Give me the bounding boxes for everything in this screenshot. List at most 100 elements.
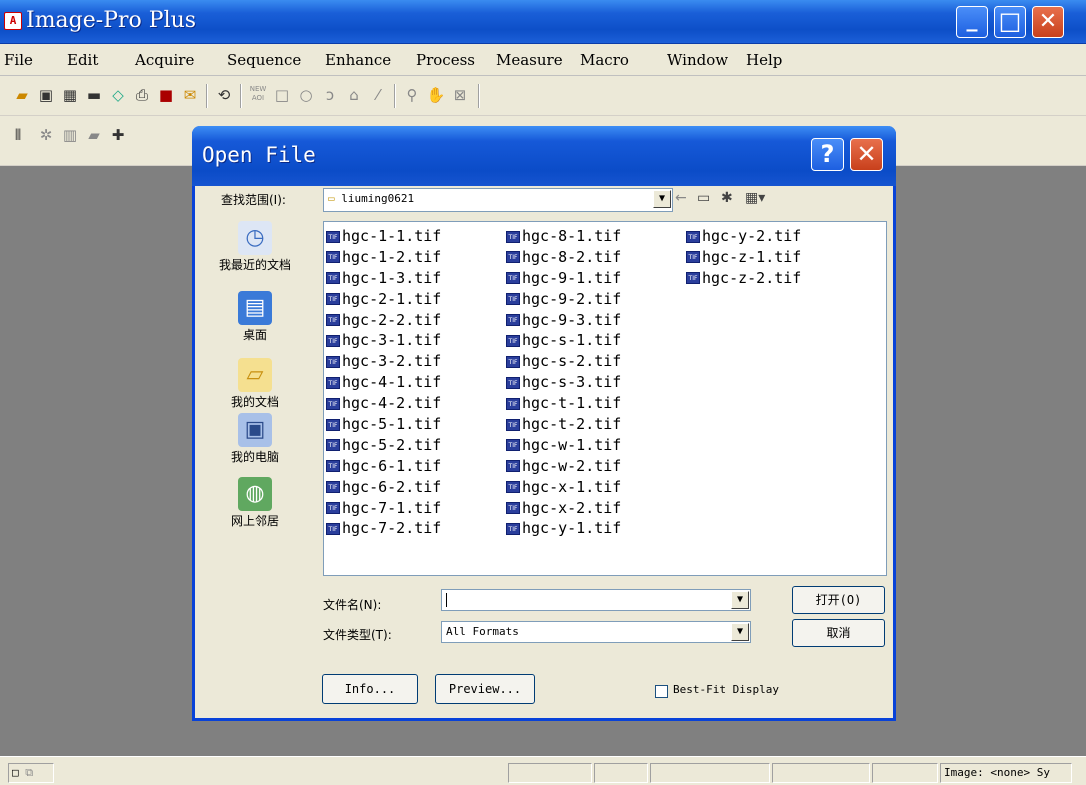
file-item[interactable]: TIF hgc-x-1.tif [506, 477, 621, 498]
app-logo-icon[interactable]: A [4, 12, 22, 30]
tif-file-icon: TIF [326, 334, 340, 347]
file-item[interactable]: TIF hgc-t-1.tif [506, 393, 621, 414]
menu-enhance[interactable]: Enhance [325, 51, 391, 69]
file-item[interactable]: TIF hgc-2-1.tif [326, 289, 441, 310]
look-in-dropdown-icon[interactable]: ▼ [653, 190, 671, 208]
tif-file-icon: TIF [506, 502, 520, 515]
open-button[interactable]: 打开(O) [792, 586, 885, 614]
plus-box-icon[interactable]: ✚ [108, 125, 128, 145]
file-item[interactable]: TIF hgc-y-2.tif [686, 226, 801, 247]
grid-icon[interactable]: ▦ [60, 85, 80, 105]
file-item[interactable]: TIF hgc-1-2.tif [326, 247, 441, 268]
file-item[interactable]: TIF hgc-s-2.tif [506, 351, 621, 372]
new-aoi-icon[interactable]: NEW AOI [248, 85, 268, 105]
file-item[interactable]: TIF hgc-w-1.tif [506, 435, 621, 456]
irregular-icon[interactable]: ↄ [320, 85, 340, 105]
close-button[interactable]: ✕ [1032, 6, 1064, 38]
best-fit-checkbox[interactable] [655, 685, 668, 698]
file-item[interactable]: TIF hgc-z-1.tif [686, 247, 801, 268]
file-item[interactable]: TIF hgc-z-2.tif [686, 268, 801, 289]
filetype-dropdown-icon[interactable]: ▼ [731, 623, 749, 641]
camera-icon[interactable]: ▬ [84, 85, 104, 105]
info-button[interactable]: Info... [322, 674, 418, 704]
menu-acquire[interactable]: Acquire [135, 51, 194, 69]
dialog-close-button[interactable]: ✕ [850, 138, 883, 171]
menu-edit[interactable]: Edit [67, 51, 98, 69]
file-item[interactable]: TIF hgc-4-1.tif [326, 372, 441, 393]
view-menu-icon[interactable]: ▦▾ [745, 190, 765, 206]
file-item[interactable]: TIF hgc-9-2.tif [506, 289, 621, 310]
save-icon[interactable]: ▣ [36, 85, 56, 105]
file-item[interactable]: TIF hgc-s-1.tif [506, 330, 621, 351]
menu-help[interactable]: Help [746, 51, 782, 69]
scanner-icon[interactable]: ◇ [108, 85, 128, 105]
menu-file[interactable]: File [4, 51, 33, 69]
table-icon[interactable]: ▥ [60, 125, 80, 145]
filter-icon[interactable]: ✲ [36, 125, 56, 145]
place-my-computer[interactable]: ▣ 我的电脑 [215, 413, 295, 465]
status-icons[interactable]: □ ⧉ [8, 763, 54, 783]
up-folder-icon[interactable]: ▭ [697, 190, 710, 206]
file-item[interactable]: TIF hgc-w-2.tif [506, 456, 621, 477]
histogram-icon[interactable]: ⫴ [8, 125, 28, 145]
look-in-combo[interactable]: ▭ liuming0621 ▼ [323, 188, 673, 212]
file-item[interactable]: TIF hgc-6-1.tif [326, 456, 441, 477]
place-network[interactable]: ◍ 网上邻居 [215, 477, 295, 529]
toolbar-separator [240, 84, 242, 108]
tif-file-icon: TIF [506, 397, 520, 410]
bands-icon[interactable]: ▰ [84, 125, 104, 145]
ellipse-icon[interactable]: ○ [296, 85, 316, 105]
file-item[interactable]: TIF hgc-4-2.tif [326, 393, 441, 414]
file-item[interactable]: TIF hgc-x-2.tif [506, 498, 621, 519]
file-item[interactable]: TIF hgc-s-3.tif [506, 372, 621, 393]
menu-sequence[interactable]: Sequence [227, 51, 301, 69]
file-item[interactable]: TIF hgc-5-2.tif [326, 435, 441, 456]
window-cascade-icon: ⧉ [25, 766, 34, 779]
file-list[interactable]: TIF hgc-1-1.tif TIF hgc-1-2.tif TIF hgc-1-3.t… [323, 221, 887, 576]
mail-icon[interactable]: ✉ [180, 85, 200, 105]
menu-process[interactable]: Process [416, 51, 475, 69]
file-item[interactable]: TIF hgc-7-1.tif [326, 498, 441, 519]
magic-wand-icon[interactable]: ⌂ [344, 85, 364, 105]
file-item[interactable]: TIF hgc-6-2.tif [326, 477, 441, 498]
file-item[interactable]: TIF hgc-5-1.tif [326, 414, 441, 435]
menu-window[interactable]: Window [667, 51, 728, 69]
book-icon[interactable]: ■ [156, 85, 176, 105]
file-item[interactable]: TIF hgc-1-1.tif [326, 226, 441, 247]
place-desktop[interactable]: ▤ 桌面 [215, 291, 295, 343]
file-item[interactable]: TIF hgc-2-2.tif [326, 310, 441, 331]
tif-file-icon: TIF [506, 334, 520, 347]
maximize-button[interactable]: □ [994, 6, 1026, 38]
file-item[interactable]: TIF hgc-9-1.tif [506, 268, 621, 289]
zoom-icon[interactable]: ⚲ [402, 85, 422, 105]
file-item[interactable]: TIF hgc-3-2.tif [326, 351, 441, 372]
filetype-select[interactable]: All Formats ▼ [441, 621, 751, 643]
menu-macro[interactable]: Macro [580, 51, 629, 69]
file-item[interactable]: TIF hgc-9-3.tif [506, 310, 621, 331]
cancel-button[interactable]: 取消 [792, 619, 885, 647]
help-button[interactable]: ? [811, 138, 844, 171]
filename-input[interactable]: ▼ [441, 589, 751, 611]
new-folder-icon[interactable]: ✱ [721, 190, 733, 206]
select-icon[interactable]: ⊠ [450, 85, 470, 105]
pan-hand-icon[interactable]: ✋ [426, 85, 446, 105]
undo-icon[interactable]: ⟲ [214, 85, 234, 105]
file-item[interactable]: TIF hgc-7-2.tif [326, 518, 441, 539]
open-icon[interactable]: ▰ [12, 85, 32, 105]
back-icon[interactable]: ← [675, 190, 687, 206]
rectangle-icon[interactable]: □ [272, 85, 292, 105]
file-item[interactable]: TIF hgc-y-1.tif [506, 518, 621, 539]
preview-button[interactable]: Preview... [435, 674, 535, 704]
filename-dropdown-icon[interactable]: ▼ [731, 591, 749, 609]
place-my-documents[interactable]: ▱ 我的文档 [215, 358, 295, 410]
file-item[interactable]: TIF hgc-8-2.tif [506, 247, 621, 268]
file-item[interactable]: TIF hgc-3-1.tif [326, 330, 441, 351]
line-icon[interactable]: ⁄ [368, 85, 388, 105]
file-item[interactable]: TIF hgc-8-1.tif [506, 226, 621, 247]
menu-measure[interactable]: Measure [496, 51, 563, 69]
minimize-button[interactable]: _ [956, 6, 988, 38]
file-item[interactable]: TIF hgc-1-3.tif [326, 268, 441, 289]
place-recent[interactable]: ◷ 我最近的文档 [215, 221, 295, 273]
file-item[interactable]: TIF hgc-t-2.tif [506, 414, 621, 435]
print-icon[interactable]: ⎙ [132, 85, 152, 105]
